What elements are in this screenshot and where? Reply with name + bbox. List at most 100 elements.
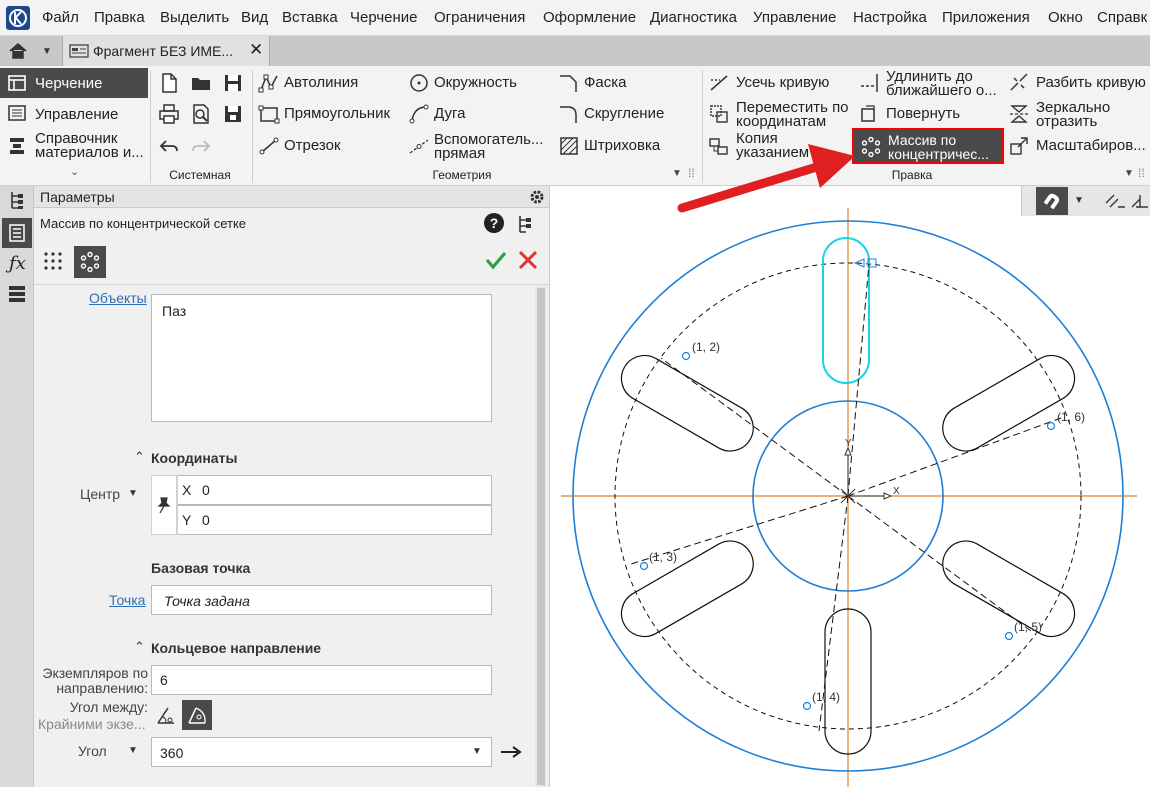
tool-chamfer-label[interactable]: Фаска <box>584 75 626 90</box>
cancel-x-icon[interactable] <box>516 248 540 272</box>
grip-icon[interactable]: ⁞⁞ <box>1138 166 1145 180</box>
concentric-array-mode-button[interactable] <box>74 246 106 278</box>
params-tab[interactable] <box>2 218 32 248</box>
save-all-icon[interactable] <box>222 103 244 125</box>
menu-management[interactable]: Управление <box>753 9 836 26</box>
kompas-logo-icon[interactable] <box>6 6 30 30</box>
x-field[interactable]: X 0 <box>177 475 492 505</box>
sidebar-item-management[interactable]: Управление <box>0 99 148 127</box>
tool-extend-label[interactable]: Удлинить до ближайшего о... <box>886 69 1006 98</box>
menu-window[interactable]: Окно <box>1048 9 1083 26</box>
tool-split-label[interactable]: Разбить кривую <box>1036 75 1146 90</box>
undo-icon[interactable] <box>158 135 180 157</box>
tool-rotate-label[interactable]: Повернуть <box>886 106 960 121</box>
menu-applications[interactable]: Приложения <box>942 9 1030 26</box>
tool-autoline-label[interactable]: Автолиния <box>284 75 358 90</box>
trim-icon[interactable] <box>708 72 730 94</box>
tool-move-coords-label[interactable]: Переместить по координатам <box>736 100 856 129</box>
pin-button[interactable] <box>151 475 177 535</box>
hatch-icon[interactable] <box>558 135 580 157</box>
direction-arrow-icon[interactable] <box>500 744 522 760</box>
y-value[interactable]: 0 <box>202 512 210 528</box>
move-coords-icon[interactable] <box>708 103 730 125</box>
tool-trim-label[interactable]: Усечь кривую <box>736 75 829 90</box>
tree-icon[interactable] <box>8 190 26 210</box>
slot-3[interactable] <box>613 533 762 645</box>
preview-icon[interactable] <box>190 103 212 125</box>
new-file-icon[interactable] <box>158 72 180 94</box>
menu-diagnostics[interactable]: Диагностика <box>650 9 737 26</box>
slot-2[interactable] <box>613 347 762 459</box>
objects-list-item[interactable]: Паз <box>162 303 186 319</box>
tab-fragment[interactable]: Фрагмент БЕЗ ИМЕ... ✕ <box>62 36 270 66</box>
redo-icon[interactable] <box>190 135 212 157</box>
close-icon[interactable]: ✕ <box>249 40 263 60</box>
slot-6[interactable] <box>934 347 1083 459</box>
confirm-check-icon[interactable] <box>484 248 508 272</box>
tool-hatch-label[interactable]: Штриховка <box>584 138 660 153</box>
drawing[interactable]: X Y (1, 2) (1, 6) (1, 3) (1, 5) (1, 4) <box>551 186 1150 787</box>
tool-fillet-label[interactable]: Скругление <box>584 106 664 121</box>
point-link[interactable]: Точка <box>109 592 145 608</box>
extend-icon[interactable] <box>858 72 880 94</box>
drawing-canvas[interactable]: ▼ X Y (1, 2) (1, 6) (1, 3) (1, 5) (1, 4) <box>551 186 1150 787</box>
arc-icon[interactable] <box>408 103 430 125</box>
rectangle-icon[interactable] <box>258 103 280 125</box>
objects-list[interactable]: Паз <box>151 294 492 422</box>
objects-link[interactable]: Объекты <box>89 290 147 306</box>
autoline-icon[interactable] <box>258 72 280 94</box>
split-icon[interactable] <box>1008 72 1030 94</box>
menu-edit[interactable]: Правка <box>94 9 145 26</box>
gear-icon[interactable] <box>528 188 546 206</box>
instance-marker[interactable] <box>1004 631 1014 641</box>
tool-arc-label[interactable]: Дуга <box>434 106 465 121</box>
circle-icon[interactable] <box>408 72 430 94</box>
grid-array-icon[interactable] <box>42 250 64 272</box>
sidebar-item-drafting[interactable]: Черчение <box>0 68 148 98</box>
instance-marker[interactable] <box>681 351 691 361</box>
menu-file[interactable]: Файл <box>42 9 79 26</box>
menu-settings[interactable]: Настройка <box>853 9 927 26</box>
instances-value[interactable]: 6 <box>160 672 168 688</box>
ribbon-expand-chevron[interactable]: ⌄ <box>70 165 79 178</box>
tool-rectangle-label[interactable]: Прямоугольник <box>284 106 390 121</box>
tool-segment-label[interactable]: Отрезок <box>284 138 341 153</box>
tab-dropdown-icon[interactable]: ▼ <box>42 46 52 57</box>
rotate-icon[interactable] <box>858 103 880 125</box>
tree-icon[interactable] <box>516 214 534 234</box>
help-icon[interactable]: ? <box>484 213 504 233</box>
center-dropdown-icon[interactable]: ▼ <box>128 488 138 499</box>
tool-mirror-label[interactable]: Зеркально отразить <box>1036 100 1146 129</box>
ring-direction-header[interactable]: Кольцевое направление <box>151 640 321 656</box>
menu-select[interactable]: Выделить <box>160 9 229 26</box>
angle-between-neighbors-icon[interactable] <box>155 704 177 726</box>
menu-insert[interactable]: Вставка <box>282 9 338 26</box>
home-icon[interactable] <box>8 41 28 61</box>
x-value[interactable]: 0 <box>202 482 210 498</box>
menu-constraints[interactable]: Ограничения <box>434 9 525 26</box>
chamfer-icon[interactable] <box>558 72 580 94</box>
menu-view[interactable]: Вид <box>241 9 268 26</box>
menu-drafting[interactable]: Черчение <box>350 9 418 26</box>
slot-5[interactable] <box>934 533 1083 645</box>
menu-help[interactable]: Справк <box>1097 9 1147 26</box>
mirror-icon[interactable] <box>1008 103 1030 125</box>
menu-formatting[interactable]: Оформление <box>543 9 636 26</box>
instance-marker[interactable] <box>1046 421 1056 431</box>
layers-icon[interactable] <box>8 284 26 304</box>
chevron-up-icon[interactable]: ⌃ <box>134 639 145 655</box>
tool-circular-array-button[interactable]: Массив по концентричес... <box>852 128 1004 164</box>
aux-line-icon[interactable] <box>408 135 430 157</box>
point-field[interactable]: Точка задана <box>151 585 492 615</box>
variables-icon[interactable]: ƒx <box>9 253 26 274</box>
print-icon[interactable] <box>158 103 180 125</box>
panel-scrollbar[interactable] <box>535 286 547 787</box>
scale-icon[interactable] <box>1008 135 1030 157</box>
instances-field[interactable]: 6 <box>151 665 492 695</box>
coords-header[interactable]: Координаты <box>151 450 237 466</box>
center-label[interactable]: Центр <box>80 486 120 502</box>
instance-marker[interactable] <box>639 561 649 571</box>
chevron-up-icon[interactable]: ⌃ <box>134 449 145 465</box>
instance-marker[interactable] <box>802 701 812 711</box>
group-dropdown-icon[interactable]: ▼ <box>1124 168 1134 179</box>
